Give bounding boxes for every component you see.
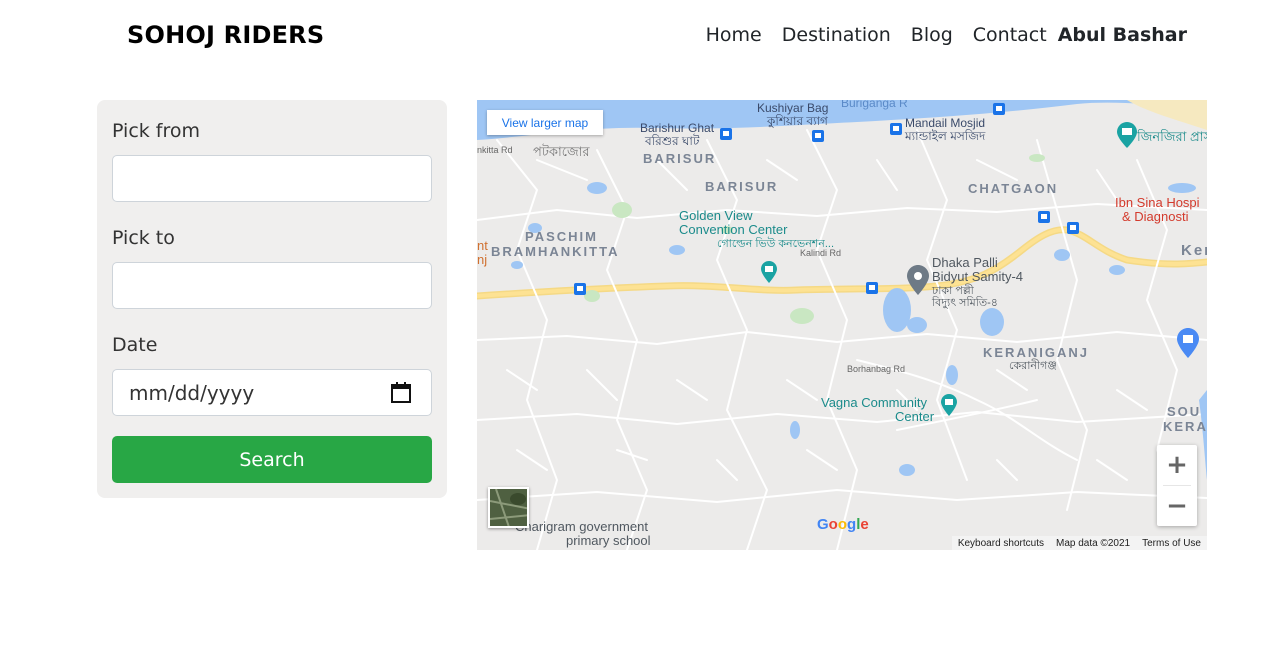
map-area-chatgaon: CHATGAON (968, 181, 1059, 196)
user-name: Abul Bashar (1057, 24, 1187, 46)
bus-stop-icon[interactable] (720, 128, 732, 140)
date-label: Date (112, 334, 158, 356)
nav-destination[interactable]: Destination (782, 24, 891, 46)
map-label-golden-view-2[interactable]: Convention Center (679, 223, 787, 237)
nav-home[interactable]: Home (706, 24, 762, 46)
bus-stop-icon[interactable] (574, 283, 586, 295)
keyboard-shortcuts-link[interactable]: Keyboard shortcuts (958, 538, 1044, 549)
poi-pin-vagna-icon[interactable] (941, 394, 957, 418)
search-panel: Pick from Pick to Date mm/dd/yyyy Search (97, 100, 447, 498)
search-button[interactable]: Search (112, 436, 432, 483)
map-label-left-nt: nt (477, 238, 488, 253)
map-area-ker: Ker (1181, 242, 1207, 259)
map-label-left-nj: nj (477, 252, 488, 267)
map-label-dhaka-palli-2[interactable]: Bidyut Samity-4 (932, 270, 1023, 284)
map-attribution: Keyboard shortcuts Map data ©2021 Terms … (951, 536, 1207, 550)
date-input[interactable]: mm/dd/yyyy (112, 369, 432, 416)
map-label-vagna-1[interactable]: Vagna Community (821, 396, 927, 410)
map-label-ibn-sina-1[interactable]: Ibn Sina Hospi (1115, 196, 1200, 210)
main-nav: Home Destination Blog Contact Abul Basha… (706, 24, 1187, 46)
brand-logo[interactable]: SOHOJ RIDERS (127, 21, 324, 49)
map-label-jinjira-bn: জিনজিরা প্রাসা (1137, 129, 1207, 144)
calendar-icon[interactable] (391, 382, 411, 403)
poi-pin-jinjira-icon[interactable] (1117, 122, 1137, 150)
date-placeholder: mm/dd/yyyy (129, 380, 255, 405)
bus-stop-icon[interactable] (812, 130, 824, 142)
map-label-dhaka-palli-1[interactable]: Dhaka Palli (932, 256, 998, 270)
satellite-thumbnail-icon (490, 489, 527, 526)
nav-blog[interactable]: Blog (911, 24, 953, 46)
nav-contact[interactable]: Contact (973, 24, 1047, 46)
map-label-kushiyar-bn: কুশিয়ার ব্যাগ (767, 114, 828, 128)
map-label-charigram-2[interactable]: primary school (566, 534, 651, 548)
terms-of-use-link[interactable]: Terms of Use (1142, 538, 1201, 549)
map-label-vagna-2[interactable]: Center (895, 410, 934, 424)
bus-stop-icon[interactable] (866, 282, 878, 294)
map-label-mandail-bn: ম্যান্ডাইল মসজিদ (905, 129, 986, 143)
map-label-golden-view-1[interactable]: Golden View (679, 209, 752, 223)
bus-stop-icon[interactable] (1038, 211, 1050, 223)
map-area-bramhankitta: BRAMHANKITTA (491, 244, 620, 259)
bus-stop-icon[interactable] (993, 103, 1005, 115)
map-label-charigram-1[interactable]: Charigram government (515, 520, 648, 534)
map-label-dhaka-palli-bn-2: বিদ্যুৎ সমিতি-৪ (932, 297, 998, 309)
map-label-barishur-ghat-bn: বরিশুর ঘাট (645, 134, 700, 148)
map-area-kerani: KERANI (1163, 419, 1207, 434)
pick-to-input[interactable] (112, 262, 432, 309)
zoom-control: + − (1157, 445, 1197, 526)
poi-pin-golden-view-icon[interactable] (761, 261, 777, 289)
pick-from-input[interactable] (112, 155, 432, 202)
map-area-barisur-2: BARISUR (705, 179, 779, 194)
satellite-toggle[interactable] (488, 487, 529, 528)
map-label-buriganga: Buriganga R (841, 100, 908, 110)
map-canvas[interactable] (477, 100, 1207, 550)
map-embed[interactable]: View larger map Kushiyar Bag কুশিয়ার ব্… (477, 100, 1207, 550)
google-logo: Google (817, 516, 869, 533)
map-label-ibn-sina-2[interactable]: & Diagnosti (1122, 210, 1188, 224)
map-area-keraniganj: KERANIGANJ (983, 345, 1089, 360)
poi-pin-shopping-icon[interactable] (1177, 328, 1199, 358)
poi-pin-dhaka-palli-icon[interactable] (907, 265, 929, 295)
pick-to-label: Pick to (112, 227, 175, 249)
pick-from-label: Pick from (112, 120, 201, 142)
bus-stop-icon[interactable] (890, 123, 902, 135)
map-area-sou: SOU (1167, 404, 1202, 419)
map-area-paschim: PASCHIM (525, 229, 598, 244)
zoom-out-button[interactable]: − (1157, 486, 1197, 526)
map-label-kitta-rd: nkitta Rd (477, 145, 513, 155)
bus-stop-icon[interactable] (1067, 222, 1079, 234)
map-data-text: Map data ©2021 (1056, 537, 1131, 549)
zoom-in-button[interactable]: + (1157, 445, 1197, 485)
map-label-kalindi-rd: Kalindi Rd (800, 248, 842, 258)
map-label-potkajor-bn: পটকাজোর (533, 144, 590, 159)
view-larger-map-link[interactable]: View larger map (487, 110, 603, 135)
map-area-barisur-1: BARISUR (643, 151, 717, 166)
map-label-borhanbag-rd: Borhanbag Rd (847, 364, 906, 374)
map-label-keraniganj-bn: কেরানীগঞ্জ (1009, 360, 1057, 372)
